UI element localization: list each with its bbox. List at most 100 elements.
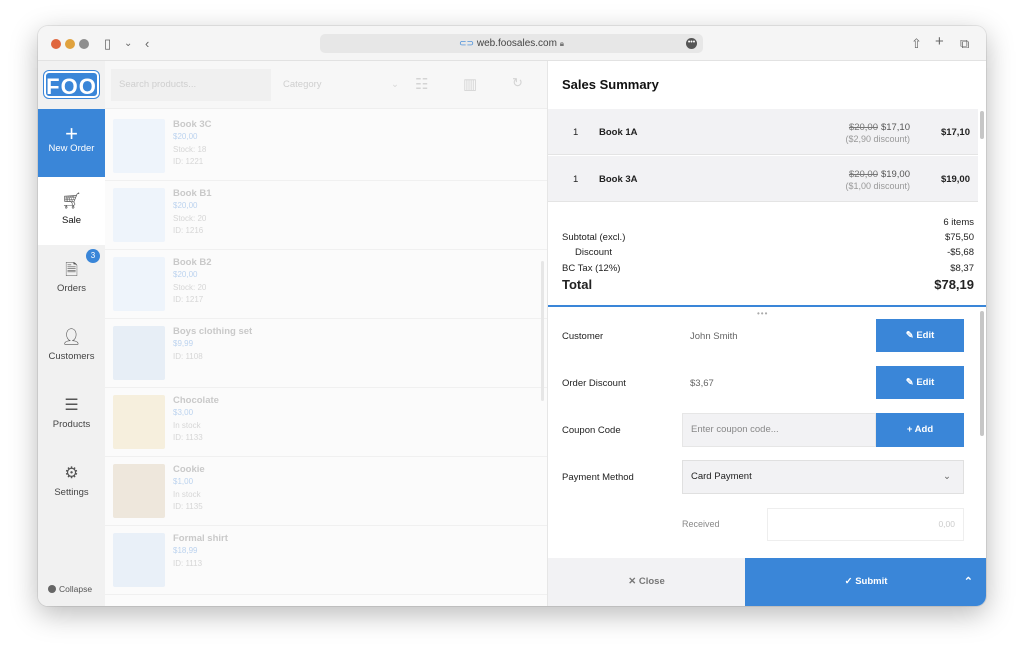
more-icon[interactable]: ••• — [686, 38, 697, 49]
subtotal-label: Subtotal (excl.) — [562, 232, 626, 243]
product-image — [113, 533, 165, 587]
submit-button[interactable]: ✓ Submit ⌃ — [745, 558, 986, 606]
product-card[interactable]: Book 3C $20,00 Stock: 18 ID: 1221 — [105, 113, 547, 181]
product-name: Formal shirt — [173, 533, 228, 544]
cart-line-item[interactable]: 1 Book 1A $20,00 $17,10 ($2,90 discount)… — [548, 109, 978, 155]
orders-count-badge: 3 — [86, 249, 100, 263]
products-scrollbar[interactable] — [541, 261, 544, 401]
drag-handle-icon[interactable]: ••• — [757, 309, 768, 318]
nav-label: Customers — [48, 351, 95, 362]
product-card[interactable]: Formal shirt $18,99 ID: 1113 — [105, 527, 547, 595]
tax-row: BC Tax (12%) $8,37 — [562, 263, 974, 274]
product-card[interactable]: Book B2 $20,00 Stock: 20 ID: 1217 — [105, 251, 547, 319]
close-button[interactable]: ✕ Close — [548, 558, 745, 606]
line-original-price: $20,00 — [848, 122, 878, 133]
collapse-button[interactable]: Collapse — [48, 584, 92, 594]
cart-scrollbar[interactable] — [980, 111, 984, 139]
line-total: $19,00 — [940, 174, 970, 185]
sidebar-item-products[interactable]: ☰ Products — [38, 381, 105, 449]
product-stock: In stock — [173, 421, 201, 430]
product-name: Book B2 — [173, 257, 212, 268]
coupon-code-input[interactable]: Enter coupon code... — [682, 413, 876, 447]
nav-label: New Order — [48, 143, 95, 154]
product-stock: Stock: 20 — [173, 214, 207, 223]
product-card[interactable]: Chocolate $3,00 In stock ID: 1133 — [105, 389, 547, 457]
product-stock: In stock — [173, 490, 201, 499]
sidebar-toggle-icon[interactable]: ▯ — [104, 35, 111, 52]
order-discount-label: Order Discount — [562, 378, 626, 389]
product-name: Book 3C — [173, 119, 212, 130]
chevron-up-icon[interactable]: ⌃ — [964, 558, 973, 606]
browser-window: ▯ ⌄ ‹ ⊂⊃ web.foosales.com 🔒︎ ••• ⇧ + ⧉ F… — [38, 26, 986, 606]
chevron-down-icon[interactable]: ⌄ — [124, 35, 132, 52]
filter-icon[interactable]: ☷ — [415, 75, 428, 93]
total-row: Total $78,19 — [562, 277, 974, 292]
edit-customer-button[interactable]: ✎ Edit — [876, 319, 964, 352]
product-image — [113, 464, 165, 518]
product-id: ID: 1133 — [173, 433, 203, 442]
sidebar-item-orders[interactable]: 3 🗎︎ Orders — [38, 245, 105, 313]
zoom-window-dot[interactable] — [79, 39, 89, 49]
address-bar[interactable]: ⊂⊃ web.foosales.com 🔒︎ ••• — [320, 34, 703, 53]
cart-icon: 🛒︎ — [61, 193, 82, 210]
minimize-window-dot[interactable] — [65, 39, 75, 49]
refresh-icon[interactable]: ↻ — [512, 75, 523, 91]
edit-icon: ✎ — [905, 377, 914, 388]
product-price: $20,00 — [173, 132, 198, 141]
back-arrow-icon[interactable]: ‹ — [145, 35, 149, 52]
product-price: $9,99 — [173, 339, 194, 348]
line-original-price: $20,00 — [848, 169, 878, 180]
product-stock: Stock: 18 — [173, 145, 207, 154]
tax-label: BC Tax (12%) — [562, 263, 621, 274]
customer-label: Customer — [562, 331, 604, 342]
customer-value: John Smith — [690, 331, 738, 342]
sidebar-item-customers[interactable]: 👤︎ Customers — [38, 313, 105, 381]
product-card[interactable]: Book B1 $20,00 Stock: 20 ID: 1216 — [105, 182, 547, 250]
edit-icon: ✎ — [905, 330, 914, 341]
edit-discount-button[interactable]: ✎ Edit — [876, 366, 964, 399]
sidebar-item-settings[interactable]: ⚙ Settings — [38, 449, 105, 517]
line-discounted-price: $19,00 — [880, 169, 910, 180]
category-select[interactable]: Category ⌄ — [283, 69, 403, 101]
line-discounted-price: $17,10 — [880, 122, 910, 133]
items-count: 6 items — [943, 217, 974, 228]
line-quantity: 1 — [573, 127, 579, 138]
product-price: $18,99 — [173, 546, 198, 555]
new-order-button[interactable]: + New Order — [38, 109, 105, 177]
product-id: ID: 1135 — [173, 502, 203, 511]
products-panel: Search products... Category ⌄ ☷ ▥ ↻ Book… — [105, 61, 547, 606]
total-label: Total — [562, 277, 593, 292]
panel-divider[interactable] — [548, 305, 986, 307]
chevron-down-icon: ⌄ — [943, 471, 951, 482]
line-product-name: Book 3A — [599, 174, 638, 185]
form-scrollbar[interactable] — [980, 311, 984, 436]
product-card[interactable]: Cookie $1,00 In stock ID: 1135 — [105, 458, 547, 526]
add-coupon-button[interactable]: + Add — [876, 413, 964, 447]
line-discount: ($2,90 discount) — [845, 134, 910, 144]
sidebar-item-sale[interactable]: 🛒︎ Sale — [38, 177, 105, 245]
product-image — [113, 119, 165, 173]
cart-line-item[interactable]: 1 Book 3A $20,00 $19,00 ($1,00 discount)… — [548, 156, 978, 202]
product-stock: Stock: 20 — [173, 283, 207, 292]
received-input[interactable]: 0,00 — [767, 508, 964, 541]
site-icon: ⊂⊃ — [459, 38, 475, 48]
tabs-overview-icon[interactable]: ⧉ — [960, 35, 969, 52]
new-tab-icon[interactable]: + — [935, 33, 944, 50]
edit-label: Edit — [916, 330, 935, 341]
share-icon[interactable]: ⇧ — [911, 35, 922, 52]
nav-label: Settings — [54, 487, 89, 498]
close-window-dot[interactable] — [51, 39, 61, 49]
received-label: Received — [682, 519, 720, 529]
product-card[interactable]: Boys clothing set $9,99 ID: 1108 — [105, 320, 547, 388]
subtotal-value: $75,50 — [944, 232, 974, 243]
tax-value: $8,37 — [950, 263, 974, 274]
browser-titlebar: ▯ ⌄ ‹ ⊂⊃ web.foosales.com 🔒︎ ••• ⇧ + ⧉ — [38, 26, 986, 61]
foo-logo: FOO — [44, 71, 99, 99]
payment-method-select[interactable]: Card Payment ⌄ — [682, 460, 964, 494]
line-total: $17,10 — [940, 127, 970, 138]
product-search-input[interactable]: Search products... — [111, 69, 271, 101]
payment-method-label: Payment Method — [562, 472, 634, 483]
product-id: ID: 1221 — [173, 157, 204, 166]
discount-value: -$5,68 — [947, 247, 974, 258]
barcode-icon[interactable]: ▥ — [463, 75, 477, 93]
